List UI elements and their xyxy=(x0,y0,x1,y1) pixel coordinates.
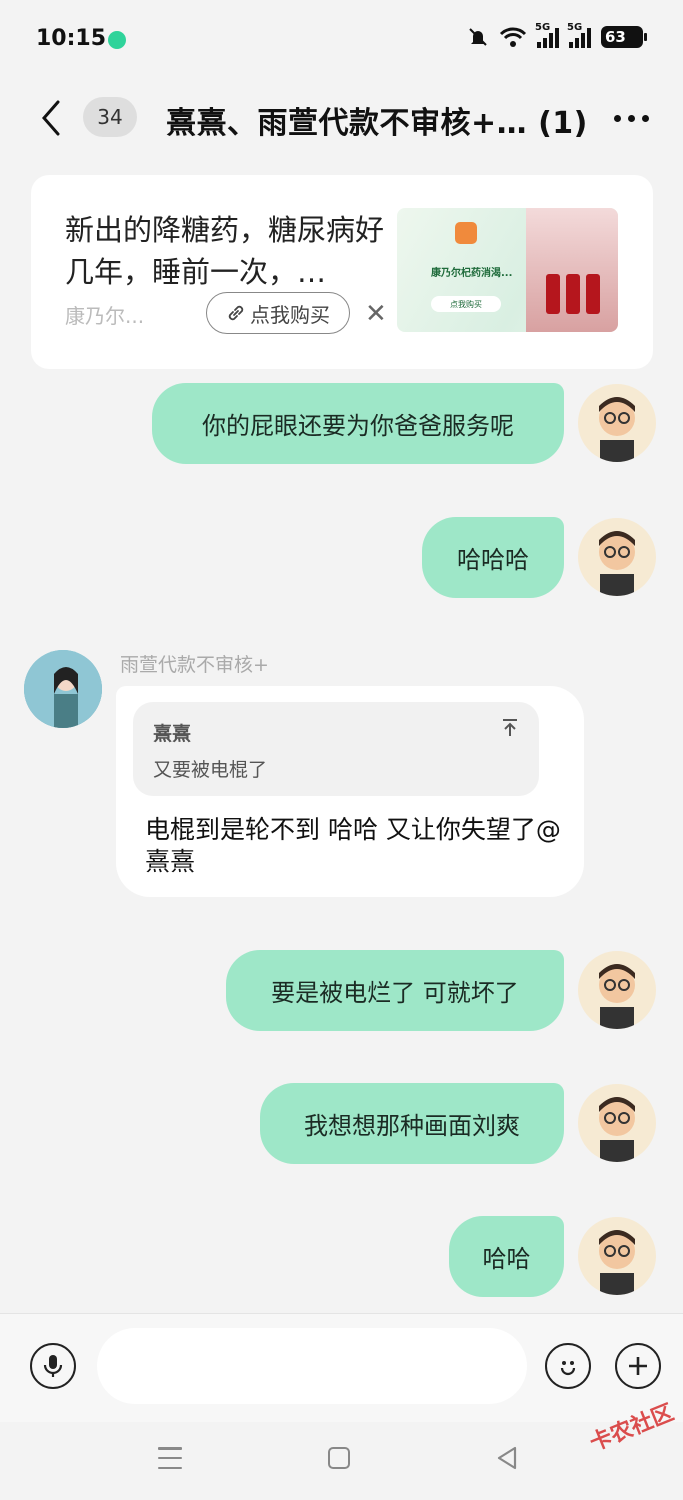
recent-apps-button[interactable] xyxy=(158,1447,182,1469)
quoted-message[interactable]: 熹熹 又要被电棍了 xyxy=(133,702,539,796)
my-message-bubble[interactable]: 要是被电烂了 可就坏了 xyxy=(226,950,564,1031)
my-message-bubble[interactable]: 我想想那种画面刘爽 xyxy=(260,1083,564,1164)
ad-card[interactable]: 新出的降糖药，糖尿病好几年，睡前一次，… 康乃尔... 点我购买 ✕ 康乃尔杞药… xyxy=(31,175,653,369)
add-attachment-button[interactable] xyxy=(615,1343,661,1389)
status-icons: 5G 5G 63 xyxy=(467,22,647,48)
home-button[interactable] xyxy=(328,1447,350,1469)
reply-text: 电棍到是轮不到 哈哈 又让你失望了@熹熹 xyxy=(145,815,561,876)
signal-icon-2: 5G xyxy=(567,22,591,48)
sender-name: 雨萱代款不审核+ xyxy=(120,654,269,676)
my-message-bubble[interactable]: 你的屁眼还要为你爸爸服务呢 xyxy=(152,383,564,464)
ad-image-button: 点我购买 xyxy=(431,296,501,312)
more-options-button[interactable] xyxy=(614,110,654,126)
back-triangle-icon[interactable] xyxy=(496,1446,518,1470)
my-avatar[interactable] xyxy=(578,1084,656,1162)
quoted-author: 熹熹 xyxy=(153,723,192,745)
chevron-left-icon xyxy=(42,100,60,136)
close-ad-button[interactable]: ✕ xyxy=(365,301,387,327)
link-icon xyxy=(228,305,244,321)
my-avatar[interactable] xyxy=(578,518,656,596)
reply-message-bubble[interactable]: 熹熹 又要被电棍了 电棍到是轮不到 哈哈 又让你失望了@熹熹 xyxy=(116,686,584,897)
product-photo xyxy=(526,208,618,332)
status-time: 10:15 xyxy=(36,26,107,51)
chat-title: 熹熹、雨萱代款不审核+… (1) xyxy=(166,106,588,141)
message-input[interactable] xyxy=(97,1328,527,1404)
smiley-icon xyxy=(560,1361,576,1376)
my-message-bubble[interactable]: 哈哈哈 xyxy=(422,517,564,598)
brand-logo-icon xyxy=(455,222,477,244)
wifi-icon xyxy=(499,27,527,47)
ad-image-title: 康乃尔杞药消渴... xyxy=(431,268,513,279)
back-button[interactable] xyxy=(36,98,72,138)
mute-bell-icon xyxy=(469,28,487,46)
emoji-button[interactable] xyxy=(545,1343,591,1389)
buy-button[interactable]: 点我购买 xyxy=(206,292,350,334)
scroll-to-quote-icon[interactable] xyxy=(501,718,519,738)
my-avatar[interactable] xyxy=(578,951,656,1029)
battery-indicator: 63 xyxy=(601,26,647,48)
ad-brand: 康乃尔... xyxy=(65,304,145,328)
sender-avatar[interactable] xyxy=(24,650,102,728)
quoted-text: 又要被电棍了 xyxy=(153,759,268,781)
my-avatar[interactable] xyxy=(578,384,656,462)
voice-button[interactable] xyxy=(30,1343,76,1389)
my-message-bubble[interactable]: 哈哈 xyxy=(449,1216,564,1297)
unread-count-badge[interactable]: 34 xyxy=(83,97,137,137)
ad-text: 新出的降糖药，糖尿病好几年，睡前一次，… xyxy=(65,213,385,289)
plus-icon xyxy=(629,1357,647,1375)
buy-label: 点我购买 xyxy=(250,302,330,327)
signal-icon: 5G xyxy=(535,22,559,48)
microphone-icon xyxy=(43,1355,63,1377)
app-notification-icon xyxy=(108,31,126,49)
ad-image[interactable]: 康乃尔杞药消渴... 点我购买 xyxy=(397,208,618,332)
my-avatar[interactable] xyxy=(578,1217,656,1295)
